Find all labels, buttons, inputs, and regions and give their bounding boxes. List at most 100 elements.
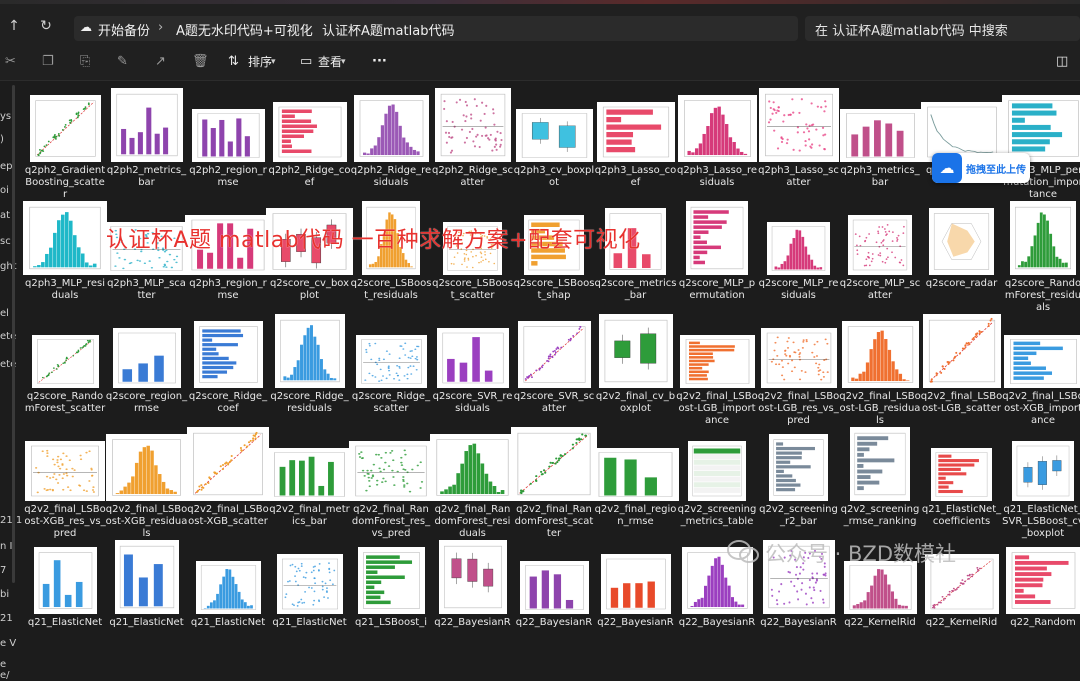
file-thumbnail [842, 321, 919, 388]
file-item[interactable]: q2ph3_cv_boxplot [513, 82, 595, 195]
file-thumbnail [268, 448, 351, 501]
upload-drop-button[interactable]: ☁ 拖拽至此上传 [932, 153, 1030, 183]
nav-item-fragment[interactable]: 21 [0, 613, 13, 624]
file-item[interactable]: q2v2_final_LSBoost-XGB_residuals [106, 421, 188, 534]
nav-item-fragment[interactable]: e/ [0, 670, 10, 681]
file-item[interactable]: q2ph3_Lasso_scatter [758, 82, 840, 195]
nav-item-fragment[interactable]: ys [0, 111, 11, 122]
file-item[interactable]: q2ph2_Ridge_scatter [432, 82, 514, 195]
refresh-icon[interactable]: ↻ [38, 18, 54, 34]
nav-item-fragment[interactable]: 7 [0, 565, 6, 576]
file-item[interactable]: q2ph2_region_rmse [187, 82, 269, 195]
view-button[interactable]: 查看 [318, 53, 342, 71]
chevron-right-icon: › [304, 20, 309, 35]
file-thumbnail [592, 448, 679, 501]
file-item[interactable]: q2score_radar [921, 195, 1003, 308]
file-item[interactable]: q21_ElasticNet [269, 534, 351, 647]
file-item[interactable]: q2v2_final_LSBoost-LGB_scatter [921, 308, 1003, 421]
file-item[interactable]: q21_ElasticNet [24, 534, 106, 647]
rename-icon[interactable]: ✎ [117, 53, 128, 71]
file-item[interactable]: q2v2_final_metrics_bar [269, 421, 351, 534]
breadcrumb-item[interactable]: A题无水印代码+可视化 [176, 20, 313, 39]
plot-preview [599, 314, 673, 388]
file-item[interactable]: q2score_MLP_scatter [839, 195, 921, 308]
file-item[interactable]: q2ph2_Ridge_residuals [350, 82, 432, 195]
file-thumbnail [923, 314, 1001, 388]
file-item[interactable]: q2v2_screening_r2_bar [758, 421, 840, 534]
file-thumbnail [1002, 95, 1080, 162]
file-thumbnail [435, 88, 511, 162]
nav-scrollbar[interactable] [12, 85, 15, 583]
file-item[interactable]: q22_BayesianR [513, 534, 595, 647]
delete-icon[interactable]: 🗑 [192, 53, 209, 71]
file-item[interactable]: q2score_MLP_permutation [676, 195, 758, 308]
file-item[interactable]: q2ph3_MLP_residuals [24, 195, 106, 308]
sort-button[interactable]: 排序 [248, 53, 272, 71]
nav-item-fragment[interactable]: ep [0, 161, 13, 172]
file-item[interactable]: q2ph2_GradientBoosting_scatter [24, 82, 106, 195]
view-icon[interactable]: ▭ [300, 53, 312, 71]
search-input[interactable]: 在 认证杯A题matlab代码 中搜索 [805, 16, 1080, 41]
file-item[interactable]: q2v2_screening_rmse_ranking [839, 421, 921, 534]
file-item[interactable]: q22_BayesianR [595, 534, 677, 647]
more-options-button[interactable]: ··· [372, 53, 387, 71]
nav-item-fragment[interactable]: e [0, 659, 6, 670]
file-item[interactable]: q21_LSBoost_i [350, 534, 432, 647]
file-item[interactable]: q2score_Ridge_residuals [269, 308, 351, 421]
file-thumbnail [767, 222, 830, 275]
nav-item-fragment[interactable]: sc [0, 236, 11, 247]
plot-preview [273, 102, 347, 162]
file-item[interactable]: q2v2_final_LSBoost-XGB_importance [1002, 308, 1080, 421]
nav-item-fragment[interactable]: bi [0, 589, 9, 600]
nav-item-fragment[interactable]: oi [0, 185, 9, 196]
file-item[interactable]: q2score_Ridge_scatter [350, 308, 432, 421]
file-item[interactable]: q2v2_final_RandomForest_residuals [432, 421, 514, 534]
file-item[interactable]: q2v2_final_RandomForest_res_vs_pred [350, 421, 432, 534]
nav-item-fragment[interactable]: e V [0, 638, 16, 649]
file-item[interactable]: q2score_RandomForest_scatter [24, 308, 106, 421]
cloud-upload-icon: ☁ [932, 153, 962, 183]
breadcrumb[interactable]: ☁ 开始备份 › A题无水印代码+可视化 › 认证杯A题matlab代码 [74, 16, 798, 41]
nav-item-fragment[interactable]: at [0, 210, 10, 221]
breadcrumb-item[interactable]: 开始备份 [98, 20, 150, 39]
file-item[interactable]: q22_BayesianR [432, 534, 514, 647]
file-item[interactable]: q2v2_final_cv_boxplot [595, 308, 677, 421]
file-item[interactable]: q2ph2_Ridge_coef [269, 82, 351, 195]
file-item[interactable]: q2score_SVR_scatter [513, 308, 595, 421]
file-item[interactable]: q21_ElasticNet_SVR_LSBoost_cv_boxplot [1002, 421, 1080, 534]
file-name: q2ph3_Lasso_residuals [676, 165, 758, 189]
file-item[interactable]: q22_Random [1002, 534, 1080, 647]
sort-icon[interactable]: ⇅ [228, 53, 239, 71]
nav-item-fragment[interactable]: n I [0, 541, 12, 552]
breadcrumb-item[interactable]: 认证杯A题matlab代码 [322, 20, 454, 39]
file-item[interactable]: q2v2_final_LSBoost-LGB_res_vs_pred [758, 308, 840, 421]
copy-icon[interactable]: ❐ [42, 53, 54, 71]
share-icon[interactable]: ↗ [155, 53, 166, 71]
file-item[interactable]: q2ph3_Lasso_coef [595, 82, 677, 195]
file-item[interactable]: q2score_MLP_residuals [758, 195, 840, 308]
file-item[interactable]: q2v2_final_region_rmse [595, 421, 677, 534]
details-pane-icon[interactable]: ◫ [1056, 53, 1068, 71]
nav-item-fragment[interactable]: ) [0, 134, 4, 145]
file-item[interactable]: q2v2_final_RandomForest_scatter [513, 421, 595, 534]
file-item[interactable]: q2score_Ridge_coef [187, 308, 269, 421]
file-item[interactable]: q2ph2_metrics_bar [106, 82, 188, 195]
file-thumbnail [25, 441, 105, 501]
file-item[interactable]: q2score_SVR_residuals [432, 308, 514, 421]
file-item[interactable]: q2ph3_metrics_bar [839, 82, 921, 195]
cut-icon[interactable]: ✂ [5, 53, 16, 71]
file-item[interactable]: q21_ElasticNet_coefficients [921, 421, 1003, 534]
file-item[interactable]: q2v2_final_LSBoost-XGB_scatter [187, 421, 269, 534]
nav-item-fragment[interactable]: el [0, 308, 9, 319]
file-item[interactable]: q2v2_final_LSBoost-XGB_res_vs_pred [24, 421, 106, 534]
file-item[interactable]: q21_ElasticNet [106, 534, 188, 647]
file-item[interactable]: q2v2_screening_metrics_table [676, 421, 758, 534]
paste-icon[interactable]: ⎘ [80, 53, 90, 71]
file-item[interactable]: q2score_RandomForest_residuals [1002, 195, 1080, 308]
file-item[interactable]: q2score_region_rmse [106, 308, 188, 421]
file-item[interactable]: q2v2_final_LSBoost-LGB_residuals [839, 308, 921, 421]
up-arrow-icon[interactable]: ↑ [6, 18, 22, 34]
file-item[interactable]: q2v2_final_LSBoost-LGB_importance [676, 308, 758, 421]
file-item[interactable]: q21_ElasticNet [187, 534, 269, 647]
file-item[interactable]: q2ph3_Lasso_residuals [676, 82, 758, 195]
